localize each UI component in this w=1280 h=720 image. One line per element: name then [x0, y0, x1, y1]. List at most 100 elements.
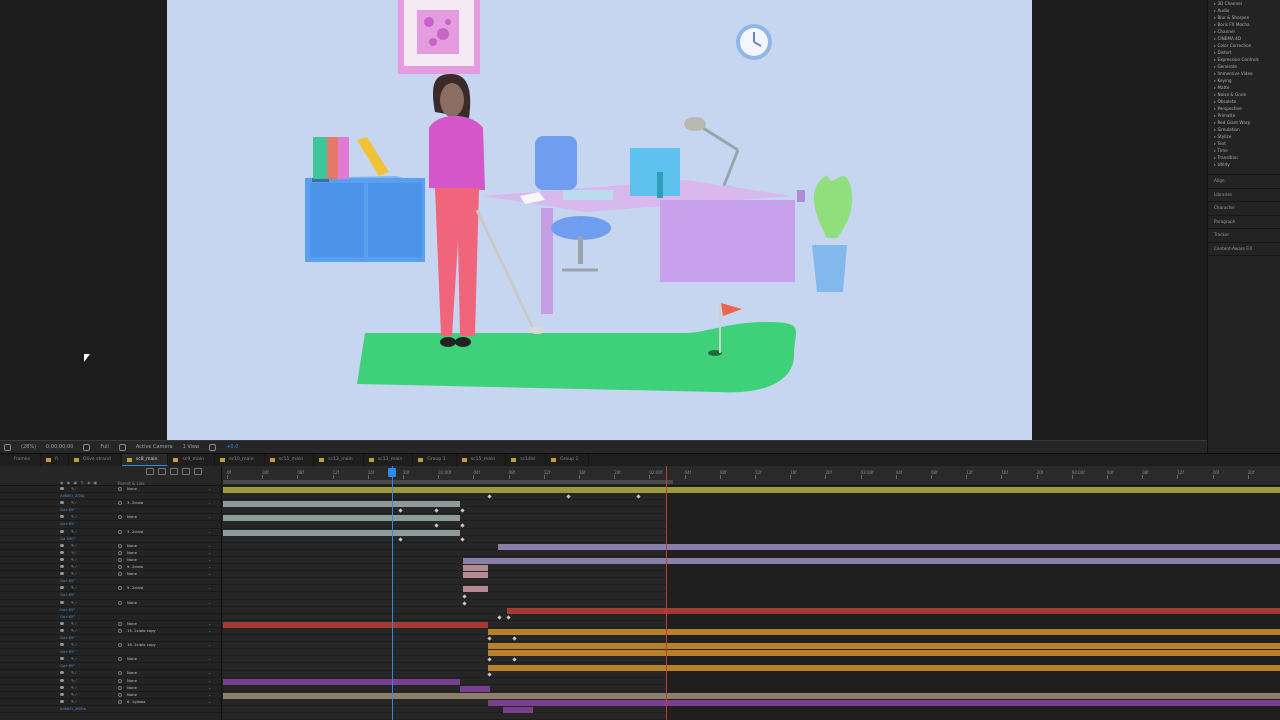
- effect-category[interactable]: Blur & Sharpen: [1208, 14, 1280, 21]
- timeline-tab[interactable]: sc12_main: [314, 454, 364, 466]
- layer-duration-bar[interactable]: [463, 565, 488, 572]
- panel-item[interactable]: Paragraph: [1208, 216, 1280, 229]
- effect-category[interactable]: Generate: [1208, 63, 1280, 70]
- effect-category[interactable]: Red Giant Warp: [1208, 119, 1280, 126]
- camera-icon[interactable]: [83, 443, 91, 451]
- grid-icon[interactable]: [4, 443, 11, 451]
- timeline-tab[interactable]: sc11_main: [265, 454, 315, 466]
- pick-whip-icon[interactable]: [118, 543, 122, 548]
- layer-row[interactable]: ✎ ⁄ None ⌄: [0, 670, 221, 678]
- pick-whip-icon[interactable]: [118, 699, 122, 704]
- panel-item[interactable]: Align: [1208, 175, 1280, 189]
- timeline-tab[interactable]: sc15_main: [457, 454, 507, 466]
- visibility-eye-icon[interactable]: [60, 572, 64, 576]
- chevron-down-icon[interactable]: ⌄: [208, 621, 211, 626]
- chevron-down-icon[interactable]: ⌄: [208, 685, 211, 690]
- effect-category[interactable]: Noise & Grain: [1208, 91, 1280, 98]
- layer-switches[interactable]: ✎ ⁄: [71, 550, 76, 555]
- layer-row[interactable]: Go+65°: [0, 521, 221, 529]
- zoom-level[interactable]: (28%): [21, 444, 36, 450]
- layer-row[interactable]: ✎ ⁄ None ⌄: [0, 486, 221, 494]
- shy-icon[interactable]: [158, 468, 166, 475]
- layer-duration-bar[interactable]: [488, 650, 1280, 657]
- visibility-eye-icon[interactable]: [60, 699, 64, 703]
- pick-whip-icon[interactable]: [118, 487, 122, 491]
- layer-row[interactable]: ✎ ⁄ None ⌄: [0, 692, 221, 699]
- chevron-down-icon[interactable]: ⌄: [208, 564, 211, 569]
- layer-switches[interactable]: ✎ ⁄: [71, 642, 76, 647]
- visibility-eye-icon[interactable]: [60, 692, 64, 696]
- layer-row[interactable]: ✎ ⁄ None ⌄: [0, 600, 221, 607]
- layer-duration-bar[interactable]: [463, 572, 488, 579]
- layer-duration-bar[interactable]: [223, 501, 460, 508]
- effect-category[interactable]: Stylize: [1208, 133, 1280, 140]
- layer-switches[interactable]: ✎ ⁄: [71, 543, 76, 548]
- timeline-graph[interactable]: 0f 04f 08f 12f 16f 20f 01:00f 04f 08f 12f 16f 20f 02…: [223, 466, 1280, 720]
- layer-switches[interactable]: ✎ ⁄: [71, 600, 76, 605]
- parent-select[interactable]: None: [127, 550, 137, 555]
- layer-row[interactable]: Go+65°: [0, 614, 221, 621]
- parent-select[interactable]: 9. 2cialo: [127, 585, 143, 590]
- layer-row[interactable]: Go 530°: [0, 536, 221, 543]
- layer-duration-bar[interactable]: [488, 643, 1280, 650]
- chevron-down-icon[interactable]: ⌄: [208, 628, 211, 633]
- timecode[interactable]: 0;00;00;00: [46, 444, 73, 450]
- pick-whip-icon[interactable]: [118, 515, 122, 520]
- layer-duration-bar[interactable]: [488, 629, 1280, 635]
- visibility-eye-icon[interactable]: [60, 600, 64, 604]
- effect-category[interactable]: Obsolete: [1208, 98, 1280, 105]
- parent-select[interactable]: 15. 2cialo copy: [127, 628, 156, 633]
- effect-category[interactable]: Time: [1208, 147, 1280, 154]
- region-icon[interactable]: [118, 443, 126, 451]
- layer-duration-bar[interactable]: [463, 586, 488, 593]
- layer-duration-bar[interactable]: [223, 487, 666, 493]
- work-area-end-marker[interactable]: [666, 466, 667, 720]
- parent-select[interactable]: 6. 1glowa: [127, 699, 145, 704]
- effect-category[interactable]: Matte: [1208, 84, 1280, 91]
- pick-whip-icon[interactable]: [118, 501, 122, 506]
- visibility-eye-icon[interactable]: [60, 565, 64, 569]
- chevron-down-icon[interactable]: ⌄: [208, 656, 211, 661]
- visibility-eye-icon[interactable]: [60, 678, 64, 682]
- chevron-down-icon[interactable]: ⌄: [208, 543, 211, 548]
- effect-category[interactable]: Simulation: [1208, 126, 1280, 133]
- effect-category[interactable]: Expression Controls: [1208, 56, 1280, 63]
- visibility-eye-icon[interactable]: [60, 671, 64, 675]
- visibility-eye-icon[interactable]: [60, 557, 64, 561]
- parent-select[interactable]: None: [127, 621, 137, 626]
- pick-whip-icon[interactable]: [118, 657, 122, 662]
- layer-row[interactable]: Go+65°: [0, 607, 221, 614]
- effect-category[interactable]: 3D Channel: [1208, 0, 1280, 7]
- layer-duration-bar[interactable]: [223, 515, 460, 522]
- layer-switches[interactable]: ✎ ⁄: [71, 585, 76, 590]
- effect-category[interactable]: CINEMA 4D: [1208, 35, 1280, 42]
- timeline-tab[interactable]: fi: [41, 454, 69, 466]
- pick-whip-icon[interactable]: [118, 671, 122, 676]
- panel-item[interactable]: Libraries: [1208, 189, 1280, 202]
- visibility-eye-icon[interactable]: [60, 628, 64, 632]
- layer-row[interactable]: ✎ ⁄ 9. 2cialo ⌄: [0, 585, 221, 593]
- timeline-tab[interactable]: sc9_main: [168, 454, 216, 466]
- layer-switches[interactable]: ✎ ⁄: [71, 500, 76, 505]
- layer-row[interactable]: ✎ ⁄ None ⌄: [0, 571, 221, 579]
- playhead-handle[interactable]: [388, 468, 396, 477]
- effect-category[interactable]: Audio: [1208, 7, 1280, 14]
- layer-row[interactable]: ✎ ⁄ 6. 1glowa ⌄: [0, 699, 221, 706]
- chevron-down-icon[interactable]: ⌄: [208, 600, 211, 605]
- pick-whip-icon[interactable]: [118, 586, 122, 591]
- chevron-down-icon[interactable]: ⌄: [208, 585, 211, 590]
- panel-item[interactable]: Tracker: [1208, 229, 1280, 243]
- timeline-tab[interactable]: sc8_main: [121, 454, 169, 466]
- layer-duration-bar[interactable]: [223, 692, 1280, 699]
- layer-switches[interactable]: ✎ ⁄: [71, 557, 76, 562]
- effect-category[interactable]: Immersive Video: [1208, 70, 1280, 77]
- chevron-down-icon[interactable]: ⌄: [208, 514, 211, 519]
- layer-row[interactable]: ✎ ⁄ None ⌄: [0, 685, 221, 692]
- layer-row[interactable]: ✎ ⁄ None ⌄: [0, 557, 221, 565]
- layer-switches[interactable]: ✎ ⁄: [71, 628, 76, 633]
- visibility-eye-icon[interactable]: [60, 487, 64, 490]
- composition-viewer[interactable]: [167, 0, 1032, 440]
- timeline-tab[interactable]: sc13_main: [364, 454, 414, 466]
- visibility-eye-icon[interactable]: [60, 501, 64, 505]
- layer-switches[interactable]: ✎ ⁄: [71, 571, 76, 576]
